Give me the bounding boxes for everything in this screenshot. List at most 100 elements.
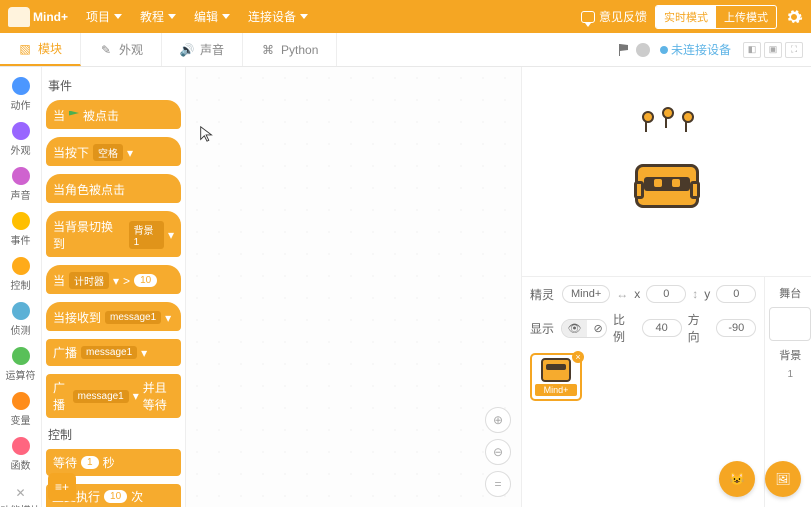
mode-toggle: 实时模式 上传模式 [655,5,777,29]
block-palette[interactable]: 事件 当被点击 当按下空格▾ 当角色被点击 当背景切换到背景1▾ 当计时器▾>1… [42,67,186,507]
menu-connect[interactable]: 连接设备 [242,4,314,29]
block-when-backdrop-switches[interactable]: 当背景切换到背景1▾ [46,211,181,257]
chevron-down-icon [168,14,176,19]
sensing-dot-icon [12,302,30,320]
comment-icon [581,11,595,23]
block-when-greater-than[interactable]: 当计时器▾>10 [46,265,181,294]
control-dot-icon [12,257,30,275]
layout-full-button[interactable]: ⛶ [785,42,803,58]
control-header: 控制 [48,426,181,443]
flag-icon [69,111,79,121]
looks-dot-icon [12,122,30,140]
sprite-name-input[interactable]: Mind+ [562,285,610,303]
app-logo: Mind+ [8,7,68,27]
workspace[interactable]: ⊕ ⊖ = [186,67,521,507]
cat-face-icon: 😺 [730,472,745,486]
top-menu-bar: Mind+ 项目 教程 编辑 连接设备 意见反馈 实时模式 上传模式 [0,0,811,33]
sprite-robot [627,136,707,208]
sprite-direction-input[interactable]: -90 [716,319,756,337]
backdrop-thumb[interactable] [769,307,811,341]
block-when-key-pressed[interactable]: 当按下空格▾ [46,137,181,166]
category-rail: 动作 外观 声音 事件 控制 侦测 运算符 变量 函数 ✕功能模块 [0,67,42,507]
sprite-scale-input[interactable]: 40 [642,319,682,337]
operators-dot-icon [12,347,30,365]
stage-preview[interactable] [522,67,811,277]
sprite-thumb-icon [541,358,571,382]
cat-functions[interactable]: 函数 [0,433,41,476]
cat-sensing[interactable]: 侦测 [0,298,41,341]
functions-dot-icon [12,437,30,455]
logo-icon [8,7,30,27]
menu-items: 项目 教程 编辑 连接设备 [80,4,314,29]
layout-large-button[interactable]: ▣ [764,42,782,58]
stage-column: 精灵 Mind+ ↔ x 0 ↕ y 0 显示 👁 ⊘ [521,67,811,507]
motion-dot-icon [12,77,30,95]
variables-dot-icon [12,392,30,410]
menu-project[interactable]: 项目 [80,4,128,29]
add-sprite-button[interactable]: 😺 [719,461,755,497]
delete-sprite-icon[interactable]: × [572,351,584,363]
connection-status[interactable]: 未连接设备 [660,41,731,58]
fab-group: 😺 🖼 [719,461,801,497]
zoom-out-button[interactable]: ⊖ [485,439,511,465]
sprite-label: 精灵 [530,286,556,303]
cat-variables[interactable]: 变量 [0,388,41,431]
block-broadcast[interactable]: 广播message1▾ [46,339,181,366]
cursor-icon [198,125,216,143]
stop-button[interactable] [636,43,650,57]
cat-motion[interactable]: 动作 [0,73,41,116]
cat-extensions[interactable]: ✕功能模块 [0,482,41,507]
block-when-flag-clicked[interactable]: 当被点击 [46,100,181,129]
cat-looks[interactable]: 外观 [0,118,41,161]
sprite-thumb[interactable]: × Mind+ [530,353,582,401]
image-icon: 🖼 [775,472,790,486]
tab-sound[interactable]: 🔊声音 [162,33,243,66]
sprite-x-input[interactable]: 0 [646,285,686,303]
block-broadcast-wait[interactable]: 广播message1▾并且等待 [46,374,181,418]
wrench-icon: ✕ [15,486,25,500]
python-icon: ⌘ [261,43,275,57]
sprite-y-input[interactable]: 0 [716,285,756,303]
events-header: 事件 [48,77,181,94]
zoom-in-button[interactable]: ⊕ [485,407,511,433]
hide-button[interactable]: ⊘ [587,320,607,337]
block-when-receive[interactable]: 当接收到message1▾ [46,302,181,331]
logo-text: Mind+ [33,10,68,24]
sound-icon: 🔊 [180,43,194,57]
menu-tutorial[interactable]: 教程 [134,4,182,29]
cat-events[interactable]: 事件 [0,208,41,251]
events-dot-icon [12,212,30,230]
tab-blocks[interactable]: ▧模块 [0,33,81,66]
block-wait[interactable]: 等待1秒 [46,449,181,476]
add-backdrop-button[interactable]: 🖼 [765,461,801,497]
cat-sound[interactable]: 声音 [0,163,41,206]
block-when-sprite-clicked[interactable]: 当角色被点击 [46,174,181,203]
extensions-button[interactable]: ≡+ [48,473,76,501]
gear-icon[interactable] [785,8,803,26]
cat-operators[interactable]: 运算符 [0,343,41,386]
menu-edit[interactable]: 编辑 [188,4,236,29]
chevron-down-icon [114,14,122,19]
layout-small-button[interactable]: ◧ [743,42,761,58]
sound-dot-icon [12,167,30,185]
green-flag-icon[interactable] [616,42,632,58]
top-right-controls: 意见反馈 实时模式 上传模式 [581,5,803,29]
chevron-down-icon [300,14,308,19]
zoom-reset-button[interactable]: = [485,471,511,497]
arrows-h-icon: ↔ [616,287,628,301]
sprite-list: × Mind+ [530,353,756,401]
workspace-zoom-controls: ⊕ ⊖ = [485,407,511,497]
brush-icon: ✎ [99,43,113,57]
show-button[interactable]: 👁 [562,320,588,337]
tab-strip: ▧模块 ✎外观 🔊声音 ⌘Python 未连接设备 ◧ ▣ ⛶ [0,33,811,67]
cat-control[interactable]: 控制 [0,253,41,296]
extensions-icon: ≡+ [55,480,69,494]
status-dot-icon [660,46,668,54]
main-area: 动作 外观 声音 事件 控制 侦测 运算符 变量 函数 ✕功能模块 事件 当被点… [0,67,811,507]
mode-realtime-button[interactable]: 实时模式 [656,6,716,28]
mode-upload-button[interactable]: 上传模式 [716,6,776,28]
tab-python[interactable]: ⌘Python [243,33,337,66]
feedback-link[interactable]: 意见反馈 [581,8,647,25]
tab-looks[interactable]: ✎外观 [81,33,162,66]
visibility-toggle: 👁 ⊘ [561,319,607,338]
